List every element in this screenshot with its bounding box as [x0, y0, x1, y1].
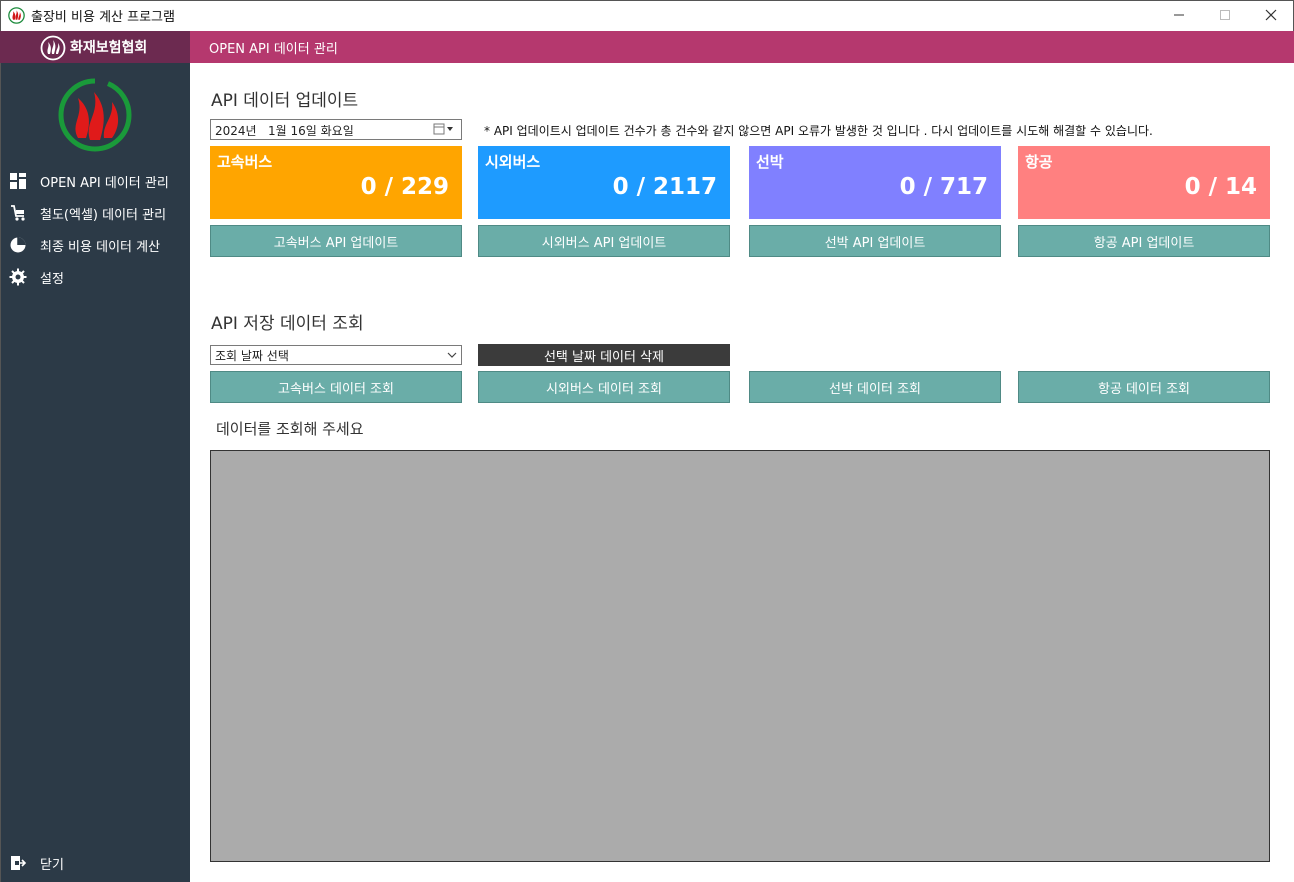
- app-flame-icon: [8, 7, 25, 24]
- card-name: 항공: [1025, 153, 1053, 171]
- minimize-icon: [1174, 14, 1184, 16]
- api-update-note: * API 업데이트시 업데이트 건수가 총 건수와 같지 않으면 API 오류…: [484, 124, 1153, 138]
- card-express-bus: 고속버스 0 / 229: [210, 146, 462, 219]
- date-picker-value: 2024년 1월 16일 화요일: [215, 124, 354, 138]
- brand-name: 화재보험협회: [70, 40, 148, 56]
- air-query-button[interactable]: 항공 데이터 조회: [1018, 371, 1270, 403]
- query-date-select-value: 조회 날짜 선택: [215, 349, 289, 363]
- intercity-bus-api-update-button[interactable]: 시외버스 API 업데이트: [478, 225, 730, 257]
- header-strip: [190, 31, 1294, 63]
- sidebar-item-railway[interactable]: 철도(엑셀) 데이터 관리: [8, 199, 190, 227]
- cart-icon: [8, 203, 28, 223]
- dashboard-icon: [8, 171, 28, 191]
- minimize-button[interactable]: [1156, 0, 1202, 30]
- card-count: 0 / 717: [899, 174, 988, 200]
- delete-selected-date-button[interactable]: 선택 날짜 데이터 삭제: [478, 344, 730, 366]
- sidebar-close-label: 닫기: [40, 857, 64, 873]
- sidebar-item-label: 철도(엑셀) 데이터 관리: [40, 207, 167, 223]
- query-section-title: API 저장 데이터 조회: [211, 314, 364, 334]
- ship-api-update-button[interactable]: 선박 API 업데이트: [749, 225, 1001, 257]
- window-titlebar: [0, 0, 1294, 31]
- maximize-button[interactable]: [1202, 0, 1248, 30]
- calendar-dropdown-icon[interactable]: [433, 122, 457, 136]
- close-icon: [1265, 9, 1277, 21]
- maximize-icon: [1220, 10, 1230, 20]
- express-bus-query-button[interactable]: 고속버스 데이터 조회: [210, 371, 462, 403]
- express-bus-api-update-button[interactable]: 고속버스 API 업데이트: [210, 225, 462, 257]
- sidebar-item-label: 설정: [40, 271, 64, 287]
- air-api-update-button[interactable]: 항공 API 업데이트: [1018, 225, 1270, 257]
- sidebar-item-label: OPEN API 데이터 관리: [40, 175, 169, 191]
- data-grid[interactable]: [210, 450, 1270, 862]
- chevron-down-icon: [447, 352, 457, 358]
- query-date-select[interactable]: 조회 날짜 선택: [210, 345, 462, 365]
- update-section-title: API 데이터 업데이트: [211, 91, 359, 111]
- sidebar-close-button[interactable]: 닫기: [8, 849, 190, 877]
- card-name: 선박: [756, 153, 784, 171]
- sidebar-item-open-api[interactable]: OPEN API 데이터 관리: [8, 167, 190, 195]
- sidebar-item-label: 최종 비용 데이터 계산: [40, 239, 161, 255]
- card-count: 0 / 2117: [612, 174, 717, 200]
- sidebar: [0, 31, 190, 882]
- window-title: 출장비 비용 계산 프로그램: [31, 10, 175, 25]
- company-logo-icon: [58, 78, 132, 152]
- intercity-bus-query-button[interactable]: 시외버스 데이터 조회: [478, 371, 730, 403]
- ship-query-button[interactable]: 선박 데이터 조회: [749, 371, 1001, 403]
- gear-icon: [8, 267, 28, 287]
- card-air: 항공 0 / 14: [1018, 146, 1270, 219]
- sidebar-item-final-cost[interactable]: 최종 비용 데이터 계산: [8, 231, 190, 259]
- data-hint-label: 데이터를 조회해 주세요: [216, 420, 364, 438]
- exit-icon: [8, 853, 28, 873]
- card-count: 0 / 14: [1184, 174, 1257, 200]
- card-name: 시외버스: [485, 153, 541, 171]
- card-ship: 선박 0 / 717: [749, 146, 1001, 219]
- card-count: 0 / 229: [360, 174, 449, 200]
- pie-chart-icon: [8, 235, 28, 255]
- date-picker[interactable]: 2024년 1월 16일 화요일: [210, 119, 462, 140]
- card-intercity-bus: 시외버스 0 / 2117: [478, 146, 730, 219]
- header-title: OPEN API 데이터 관리: [209, 42, 338, 57]
- card-name: 고속버스: [217, 153, 273, 171]
- sidebar-item-settings[interactable]: 설정: [8, 263, 190, 291]
- brand-logo-icon: [40, 35, 66, 61]
- close-window-button[interactable]: [1248, 0, 1294, 30]
